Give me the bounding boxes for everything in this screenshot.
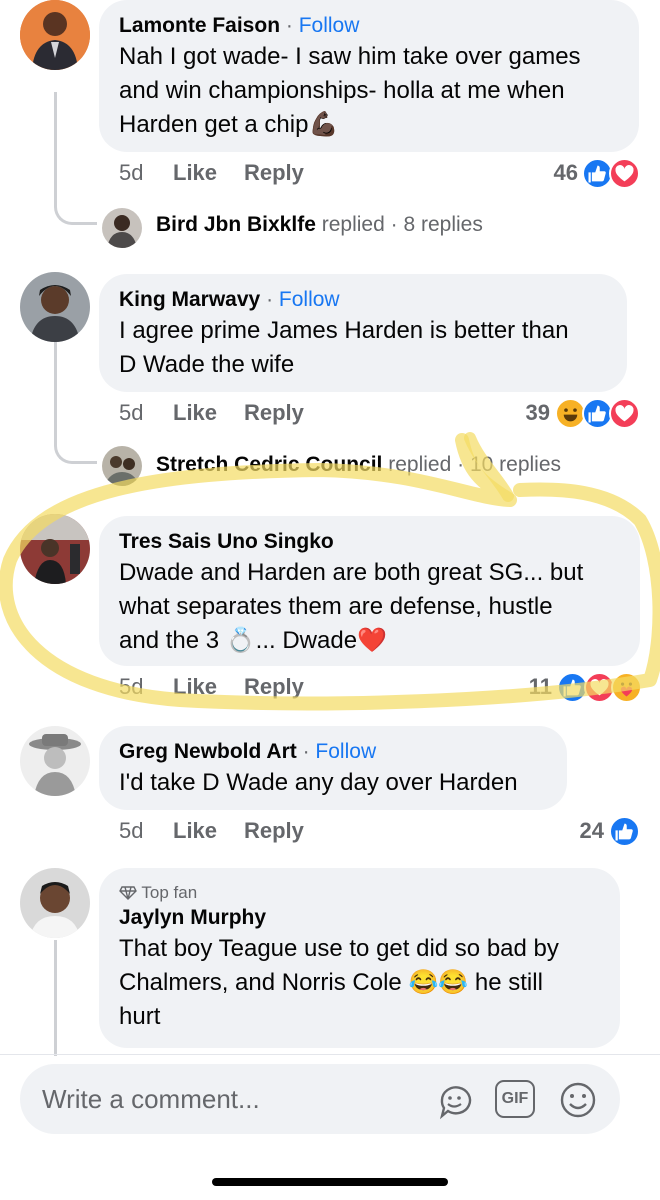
comment-time[interactable]: 5d [119,674,143,700]
replied-label: replied [388,453,452,476]
like-button[interactable]: Like [173,674,217,700]
follow-button[interactable]: Follow [315,740,376,763]
diamond-icon [119,884,137,900]
separator: · [390,213,398,236]
thread-line [54,340,57,440]
home-indicator [212,1178,448,1186]
comment-author[interactable]: King Marwavy [119,288,260,311]
sticker-icon[interactable] [434,1080,474,1120]
separator: · [457,453,465,476]
comment-composer[interactable]: Write a comment... GIF [20,1064,620,1134]
avatar[interactable] [102,208,142,248]
comment-time[interactable]: 5d [119,400,143,426]
comment-line: Nah I got wade- I saw him take over game… [119,43,581,70]
replier-name: Stretch Cedric Council [156,453,383,476]
thread-elbow [54,190,97,225]
reaction-summary[interactable]: 24 [560,816,640,847]
reply-button[interactable]: Reply [244,818,304,844]
reaction-summary[interactable]: 46 [540,158,640,189]
avatar[interactable] [20,868,90,938]
comment-line: D Wade the wife [119,351,295,378]
red-heart-emoji: ❤️ [357,627,387,654]
comment-bubble: Top fan Jaylyn Murphy That boy Teague us… [99,868,620,1048]
like-reaction-icon [609,816,640,847]
comment-author[interactable]: Jaylyn Murphy [119,906,266,929]
like-button[interactable]: Like [173,818,217,844]
comment-text: Nah I got wade- I saw him take over game… [119,40,619,142]
comment-input[interactable]: Write a comment... [42,1084,260,1115]
reaction-summary[interactable]: 39 [500,398,640,429]
comment-author[interactable]: Tres Sais Uno Singko [119,530,334,553]
comment-author[interactable]: Greg Newbold Art [119,740,297,763]
comment-line-text: Chalmers, and Norris Cole [119,969,402,996]
view-replies[interactable]: Bird Jbn Bixklfe replied · 8 replies [156,213,483,237]
thread-elbow [54,428,97,464]
comment-bubble: Lamonte Faison · Follow Nah I got wade- … [99,0,639,152]
comment-text: That boy Teague use to get did so bad by… [119,932,600,1034]
separator: · [266,288,274,311]
comment-time[interactable]: 5d [119,818,143,844]
follow-button[interactable]: Follow [299,14,360,37]
avatar[interactable] [102,446,142,486]
reaction-count: 11 [528,674,552,699]
comment-text: I'd take D Wade any day over Harden [119,766,547,800]
ring-emoji: 💍 [225,627,256,654]
separator: · [285,14,293,37]
comment-line-text: Harden get a chip [119,111,309,138]
comment-text: Dwade and Harden are both great SG... bu… [119,556,620,658]
comment-line-text: he still [474,969,543,996]
gif-icon[interactable]: GIF [495,1080,535,1118]
comment-line: Chalmers, and Norris Cole 😂😂 he still [119,966,600,1000]
reply-button[interactable]: Reply [244,160,304,186]
avatar[interactable] [20,0,90,70]
flexed-biceps-emoji: 💪🏿 [308,111,339,138]
love-reaction-icon [609,398,640,429]
separator: · [302,740,310,763]
comment-line: Dwade and Harden are both great SG... bu… [119,559,584,586]
comment-line: That boy Teague use to get did so bad by [119,935,559,962]
top-fan-label: Top fan [141,883,198,902]
reaction-count: 39 [525,400,550,425]
comment-text: I agree prime James Harden is better tha… [119,314,607,382]
comment-bubble: Tres Sais Uno Singko Dwade and Harden ar… [99,516,640,666]
avatar[interactable] [20,272,90,342]
like-button[interactable]: Like [173,400,217,426]
avatar[interactable] [20,726,90,796]
divider [0,1054,660,1055]
replied-label: replied [321,213,385,236]
comment-line: I'd take D Wade any day over Harden [119,769,518,796]
replier-name: Bird Jbn Bixklfe [156,213,316,236]
reaction-count: 46 [553,160,578,185]
comment-line-text: and the 3 [119,627,220,654]
comment-line: I agree prime James Harden is better tha… [119,317,569,344]
reaction-count: 24 [579,818,604,843]
comment-author[interactable]: Lamonte Faison [119,14,280,37]
care-reaction-icon [611,672,642,703]
comment-line: and the 3 💍... Dwade❤️ [119,624,620,658]
follow-button[interactable]: Follow [279,288,340,311]
reaction-summary[interactable]: 11 [510,672,642,703]
thread-line [54,940,57,1056]
reply-count: 10 replies [469,453,562,476]
thread-line [54,92,57,202]
like-button[interactable]: Like [173,160,217,186]
comment-bubble: King Marwavy · Follow I agree prime Jame… [99,274,627,392]
avatar[interactable] [20,514,90,584]
comment-line: what separates them are defense, hustle [119,593,553,620]
top-fan-badge: Top fan [119,882,600,904]
love-reaction-icon [609,158,640,189]
comment-line: hurt [119,1003,161,1030]
emoji-icon[interactable] [558,1080,598,1120]
reply-button[interactable]: Reply [244,400,304,426]
comment-line: Harden get a chip💪🏿 [119,108,619,142]
comment-line: and win championships- holla at me when [119,77,565,104]
comment-time[interactable]: 5d [119,160,143,186]
reply-button[interactable]: Reply [244,674,304,700]
comment-line-text: ... Dwade [255,627,358,654]
tears-of-joy-emoji: 😂😂 [408,969,469,996]
reply-count: 8 replies [403,213,483,236]
comment-bubble: Greg Newbold Art · Follow I'd take D Wad… [99,726,567,810]
view-replies[interactable]: Stretch Cedric Council replied · 10 repl… [156,453,561,477]
